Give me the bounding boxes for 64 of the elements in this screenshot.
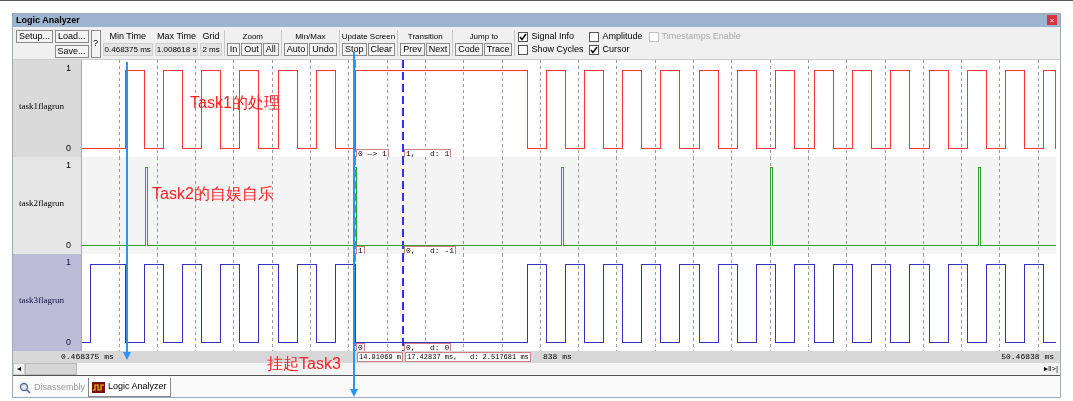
- signal-name: task2flagrun: [19, 197, 64, 211]
- axis-start-time: 0.468375 ms: [61, 352, 114, 363]
- low-level-label: 0: [66, 239, 71, 253]
- check-icon: [519, 32, 528, 41]
- group-label: Update Screen: [341, 30, 396, 43]
- help-button[interactable]: ?: [90, 29, 101, 58]
- group-label: Zoom: [242, 30, 263, 43]
- toolbar-button[interactable]: Clear: [367, 42, 396, 56]
- toolbar-button[interactable]: Next: [425, 42, 451, 56]
- checkbox-label: Show Cycles: [531, 42, 584, 56]
- signal-name: task3flagrun: [19, 294, 64, 308]
- toolbar-button[interactable]: Code: [455, 42, 483, 56]
- magnifier-icon: [19, 381, 31, 394]
- toolbar-button[interactable]: Setup...: [16, 29, 54, 43]
- group-label: Min/Max: [295, 30, 326, 43]
- low-level-label: 0: [66, 142, 71, 156]
- toolbar-button[interactable]: Out: [241, 42, 262, 56]
- time-field[interactable]: 2 ms: [200, 42, 222, 56]
- checkbox-label: Cursor: [602, 42, 630, 56]
- signal-name: task1flagrun: [19, 100, 64, 114]
- field-label: Grid: [202, 29, 220, 43]
- high-level-label: 1: [66, 62, 71, 76]
- scrollbar-thumb[interactable]: [25, 363, 77, 376]
- checkbox[interactable]: [518, 44, 529, 55]
- high-level-label: 1: [66, 159, 71, 173]
- checkbox[interactable]: [589, 31, 600, 42]
- group-label: Transition: [407, 30, 443, 43]
- check-icon: [590, 45, 599, 54]
- time-field[interactable]: 0.468375 ms: [102, 42, 153, 56]
- field-label: Min Time: [109, 29, 146, 43]
- checkbox-label: Timestamps Enable: [661, 29, 741, 43]
- toolbar-button[interactable]: Stop: [342, 42, 367, 56]
- waveform-icon: [92, 381, 105, 393]
- scroll-left-button[interactable]: ◂: [13, 363, 25, 376]
- checkbox[interactable]: [518, 31, 529, 42]
- checkbox-label: Amplitude: [602, 29, 643, 43]
- toolbar-button[interactable]: Auto: [283, 42, 309, 56]
- field-label: Max Time: [157, 29, 197, 43]
- close-button[interactable]: ×: [1047, 15, 1057, 26]
- checkbox[interactable]: [589, 44, 600, 55]
- scroll-end-button[interactable]: ▸‖>|: [1041, 363, 1060, 376]
- toolbar-button[interactable]: Save...: [54, 44, 89, 58]
- tab-label: Logic Analyzer: [108, 380, 167, 394]
- toolbar-button[interactable]: Undo: [309, 42, 337, 56]
- axis-end-time: 50.46838 ms: [1001, 352, 1054, 363]
- group-label: Jump to: [469, 30, 499, 43]
- annotation-text: Task2的自娱自乐: [152, 185, 274, 203]
- checkbox-label: Signal Info: [531, 29, 574, 43]
- toolbar-button[interactable]: All: [262, 42, 279, 56]
- high-level-label: 1: [66, 256, 71, 270]
- annotation-text: 挂起Task3: [267, 355, 341, 373]
- signal-label-cell[interactable]: 1 task3flagrun 0: [13, 254, 82, 352]
- low-level-label: 0: [66, 336, 71, 350]
- tab[interactable]: Logic Analyzer: [88, 378, 171, 397]
- axis-time: 838 ms: [543, 352, 572, 363]
- window-title: Logic Analyzer: [16, 15, 80, 26]
- time-field[interactable]: 1.008618 s: [154, 42, 199, 56]
- toolbar-button[interactable]: Load...: [55, 29, 89, 43]
- toolbar-button[interactable]: Prev: [400, 42, 425, 56]
- signal-label-cell[interactable]: 1 task1flagrun 0: [13, 60, 82, 158]
- signal-label-cell[interactable]: 1 task2flagrun 0: [13, 157, 82, 255]
- tab-label: Disassembly: [34, 380, 85, 394]
- toolbar-button[interactable]: In: [226, 42, 241, 56]
- toolbar-button[interactable]: Trace: [483, 42, 513, 56]
